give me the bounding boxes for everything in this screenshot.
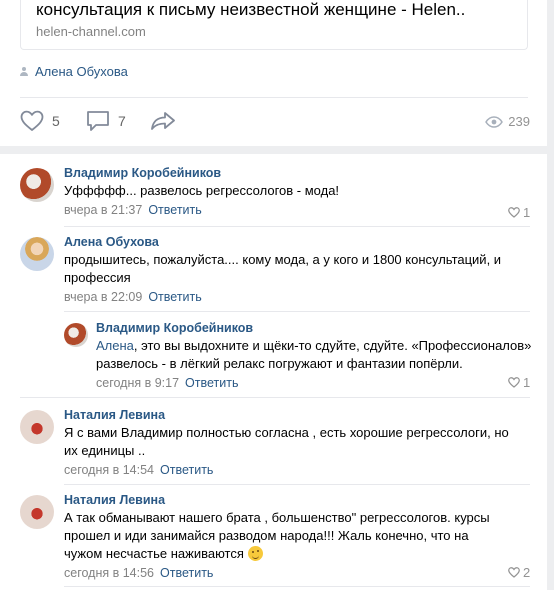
comment-text: А так обманывают нашего брата , большенс… [64,509,504,563]
like-count: 5 [52,113,60,129]
eye-icon [485,115,504,128]
comment-author[interactable]: Владимир Коробейников [96,321,534,335]
comment-icon [87,111,109,131]
comment-text: Алена, это вы выдохните и щёки-то сдуйте… [96,337,534,373]
divider [20,97,528,98]
like-button[interactable]: 5 [20,110,60,132]
post-author[interactable]: Алена Обухова [20,64,128,79]
section-separator [0,146,554,154]
comment-time[interactable]: вчера в 21:37 [64,203,142,217]
heart-icon [508,377,520,388]
link-title[interactable]: консультация к письму неизвестной женщин… [36,0,465,20]
post-actions-bar: 5 7 239 [20,110,530,136]
comment-meta: сегодня в 14:56 Ответить [64,566,504,580]
views-count: 239 [508,114,530,129]
comment-author[interactable]: Наталия Левина [64,493,504,507]
comment-button[interactable]: 7 [86,110,126,132]
heart-icon [20,110,44,131]
comment-like-button[interactable]: 1 [508,375,530,390]
comment-text-body: , это вы выдохните и щёки-то сдуйте, сду… [96,338,532,371]
comment-meta: вчера в 22:09 Ответить [64,290,514,304]
comment-like-count: 2 [523,565,531,580]
comment-time[interactable]: сегодня в 9:17 [96,376,179,390]
comment-text-body: А так обманывают нашего брата , большенс… [64,510,490,561]
comment-time[interactable]: вчера в 22:09 [64,290,142,304]
avatar[interactable] [20,168,54,202]
reply-button[interactable]: Ответить [148,203,201,217]
divider [64,586,530,587]
views-counter: 239 [485,114,530,129]
comment-time[interactable]: сегодня в 14:56 [64,566,154,580]
avatar[interactable] [20,410,54,444]
page-scrollbar-gutter [547,0,554,590]
divider [64,311,530,312]
comment-text: Уффффф... развелось регрессологов - мода… [64,183,340,198]
comment-like-count: 1 [523,375,531,390]
comment-meta: сегодня в 14:54 Ответить [64,463,514,477]
comment-text: продышитесь, пожалуйста.... кому мода, а… [64,252,502,285]
link-domain: helen-channel.com [36,24,146,39]
heart-icon [508,567,520,578]
heart-icon [508,207,520,218]
reply-button[interactable]: Ответить [148,290,201,304]
share-button[interactable] [150,110,176,132]
divider [64,226,530,227]
comment-text: Я с вами Владимир полностью согласна , е… [64,425,509,458]
comment-like-button[interactable]: 1 [508,205,530,220]
comment-meta: сегодня в 9:17 Ответить [96,376,534,390]
comment-like-count: 1 [523,205,531,220]
comment-author[interactable]: Наталия Левина [64,408,514,422]
mention-link[interactable]: Алена [96,338,134,353]
comment-author[interactable]: Алена Обухова [64,235,514,249]
comment-meta: вчера в 21:37 Ответить [64,203,534,217]
post-author-name[interactable]: Алена Обухова [35,64,128,79]
share-icon [151,112,175,130]
comment-author[interactable]: Владимир Коробейников [64,166,534,180]
avatar[interactable] [20,495,54,529]
reply-button[interactable]: Ответить [160,463,213,477]
divider [20,397,530,398]
reply-button[interactable]: Ответить [160,566,213,580]
avatar[interactable] [20,237,54,271]
comment-like-button[interactable]: 2 [508,565,530,580]
reply-button[interactable]: Ответить [185,376,238,390]
link-preview-card[interactable]: консультация к письму неизвестной женщин… [20,0,528,50]
divider [64,484,530,485]
person-icon [20,67,28,76]
avatar[interactable] [64,323,88,347]
comment-time[interactable]: сегодня в 14:54 [64,463,154,477]
smile-emoji-icon [247,546,263,561]
comment-count: 7 [118,113,126,129]
